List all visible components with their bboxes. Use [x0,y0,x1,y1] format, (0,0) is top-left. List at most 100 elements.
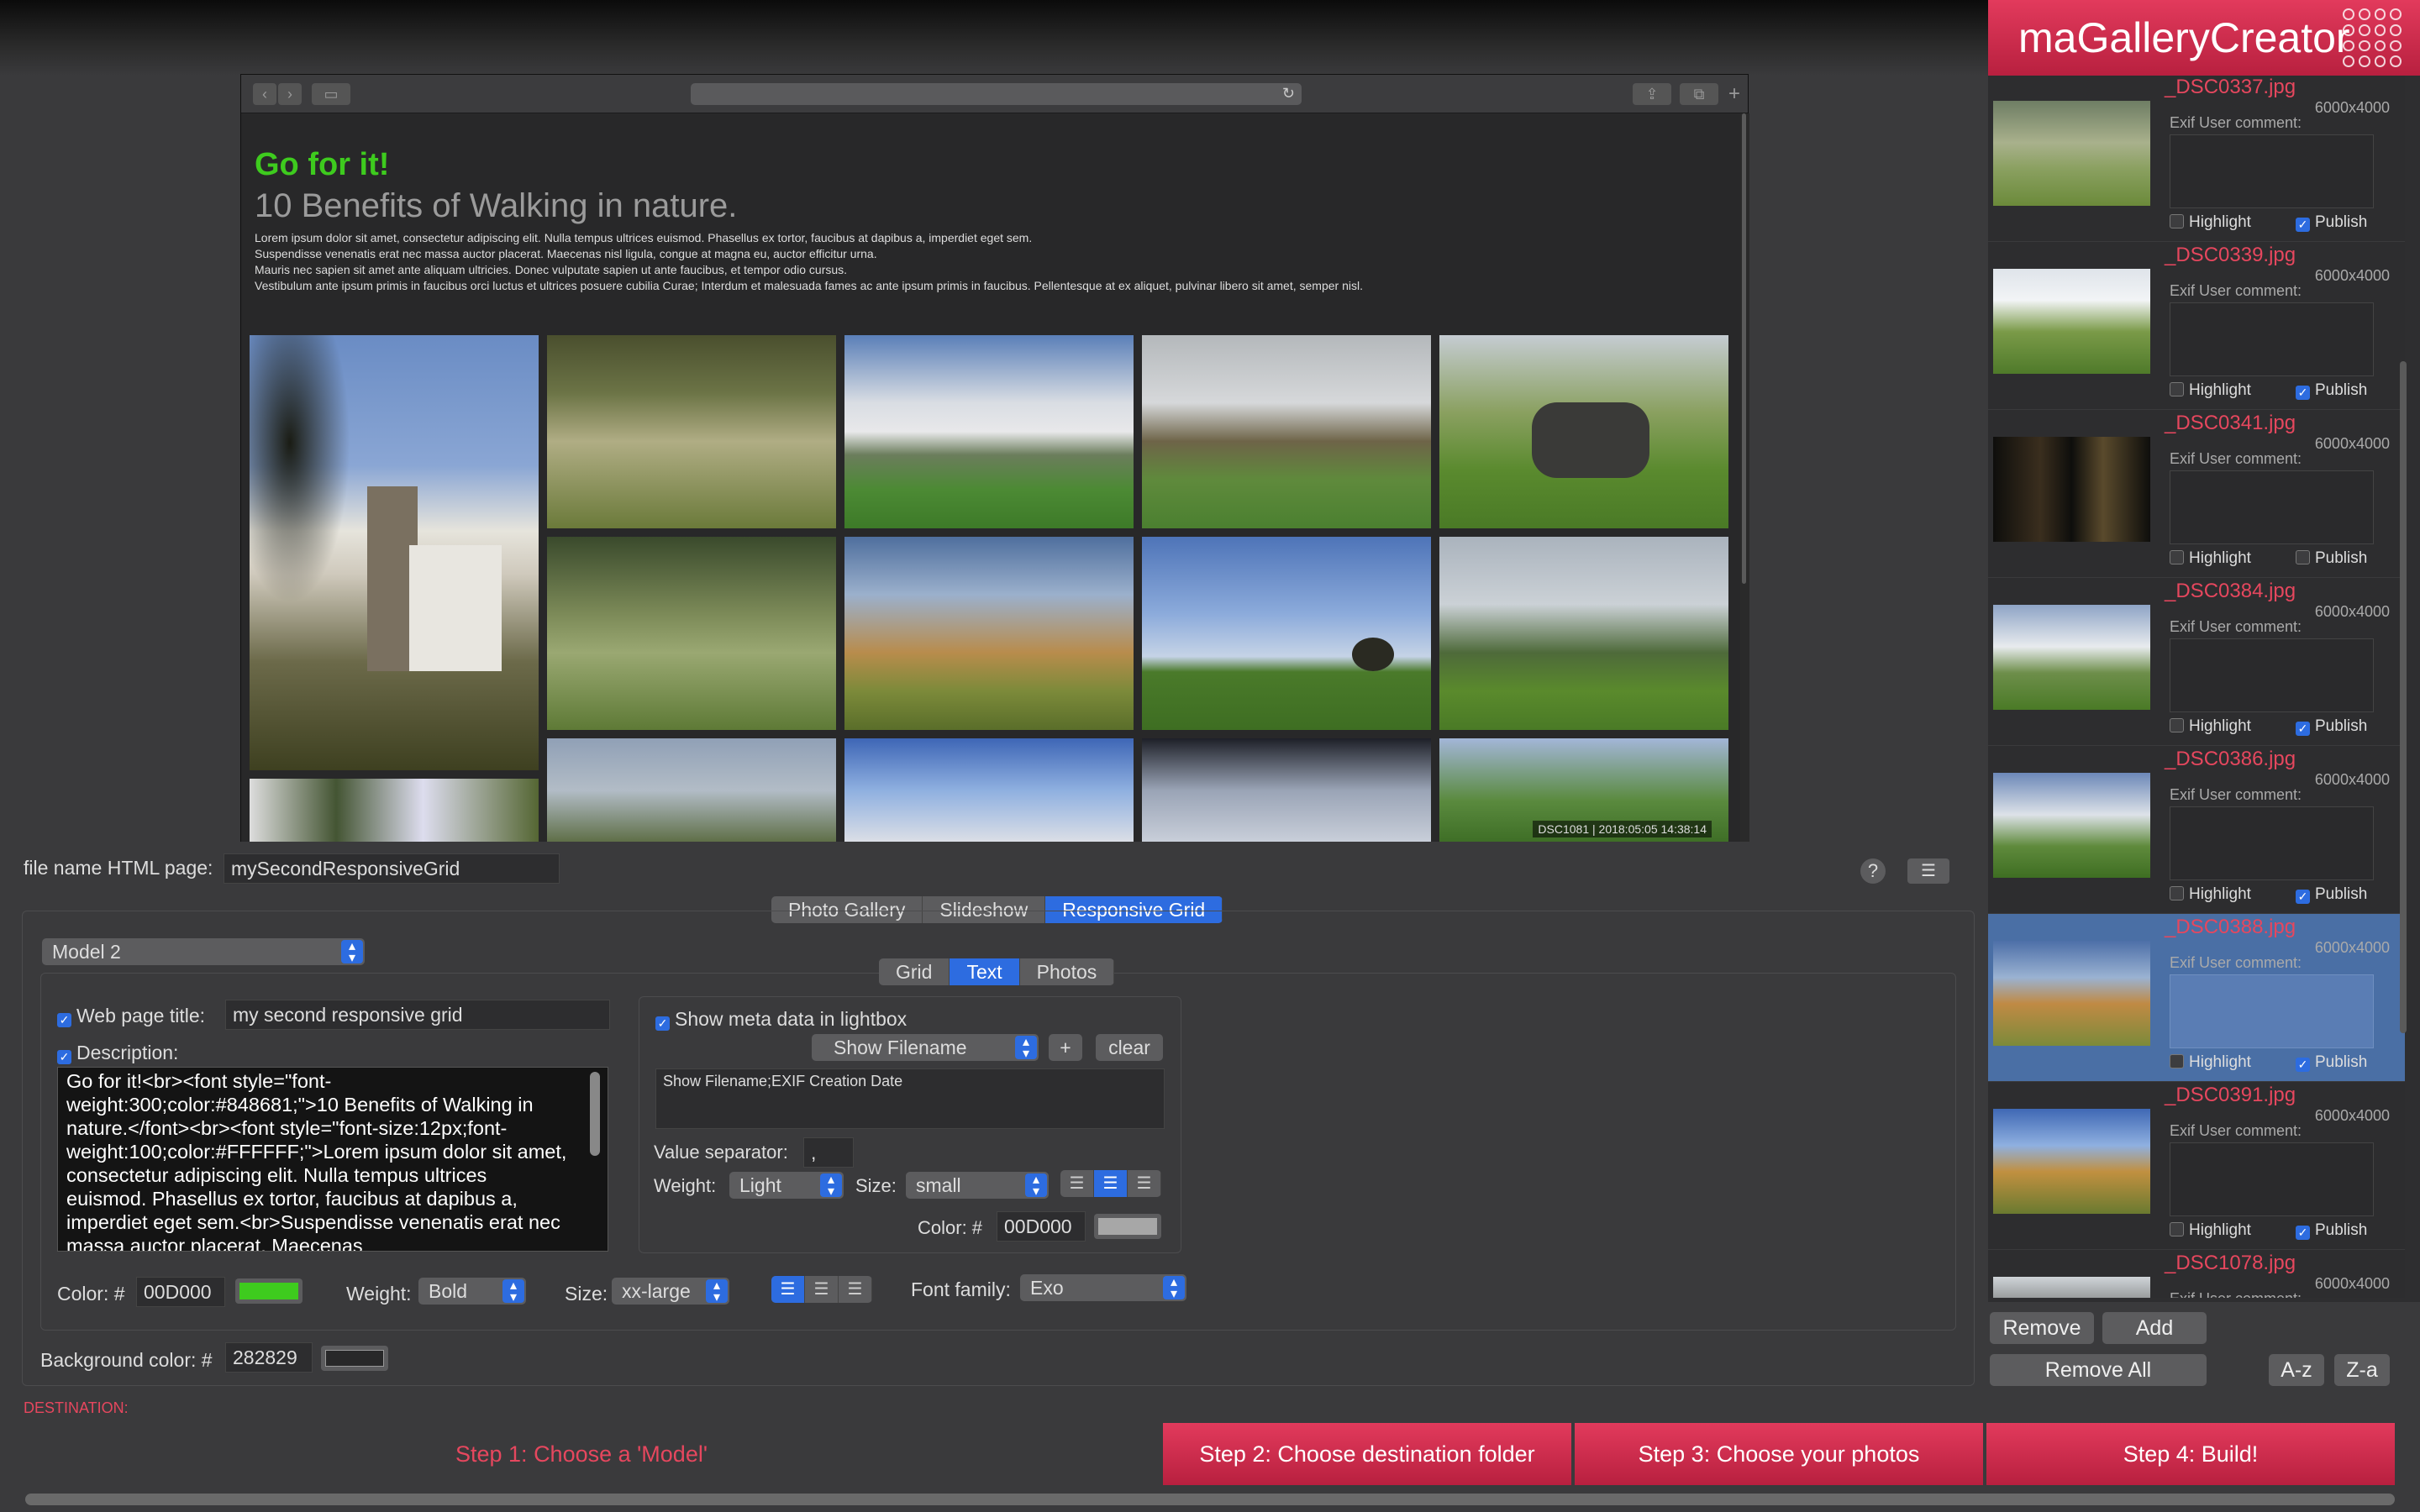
sidebar-toggle-icon[interactable]: ▭ [312,83,350,105]
exif-comment-field[interactable] [2170,470,2374,544]
photo-list-item[interactable]: _DSC0388.jpg 6000x4000 Exif User comment: H… [1988,914,2405,1082]
description-checkbox[interactable]: ✓ Description: [57,1042,178,1064]
model-select[interactable]: Model 2 ▴ ▾ [42,938,365,965]
photo-thumbnail[interactable] [1993,605,2150,710]
exif-comment-field[interactable] [2170,302,2374,376]
align-center-icon[interactable]: ☰ [1094,1170,1128,1197]
highlight-checkbox[interactable]: Highlight [2170,717,2251,736]
new-tab-icon[interactable]: + [1728,83,1745,105]
align-left-icon[interactable]: ☰ [1060,1170,1094,1197]
photo-thumbnail[interactable] [1993,1109,2150,1214]
align-right-icon[interactable]: ☰ [839,1276,872,1303]
preview-scrollbar[interactable] [1740,113,1749,843]
exif-comment-field[interactable] [2170,1142,2374,1216]
meta-color-field[interactable]: 00D000 [997,1211,1086,1242]
photo-thumbnail[interactable] [1993,101,2150,206]
photo-list-item[interactable]: _DSC0341.jpg 6000x4000 Exif User comment: H… [1988,410,2405,578]
reload-icon[interactable]: ↻ [1282,85,1295,102]
tab-grid[interactable]: Grid [879,958,950,985]
tab-photos[interactable]: Photos [1020,958,1115,985]
forward-icon[interactable]: › [278,83,302,105]
show-meta-checkbox[interactable]: ✓ Show meta data in lightbox [655,1008,907,1031]
grid-photo[interactable] [844,537,1134,730]
clear-meta-button[interactable]: clear [1096,1034,1163,1061]
publish-checkbox[interactable]: ✓ Publish [2296,1053,2367,1072]
meta-size-select[interactable]: small ▴ ▾ [906,1172,1049,1199]
photo-list-item[interactable]: _DSC0339.jpg 6000x4000 Exif User comment: H… [1988,242,2405,410]
step4-button[interactable]: Step 4: Build! [1986,1423,2395,1485]
share-icon[interactable]: ⇪ [1633,83,1671,105]
exif-comment-field[interactable] [2170,638,2374,712]
tabs-icon[interactable]: ⧉ [1680,83,1718,105]
grid-photo[interactable] [1439,335,1728,528]
meta-color-swatch[interactable] [1094,1214,1161,1239]
photo-thumbnail[interactable] [1993,437,2150,542]
grid-photo[interactable] [547,537,836,730]
photo-thumbnail[interactable] [1993,941,2150,1046]
highlight-checkbox[interactable]: Highlight [2170,1053,2251,1072]
add-meta-field-button[interactable]: + [1049,1034,1082,1061]
web-title-checkbox[interactable]: ✓ Web page title: [57,1005,205,1027]
highlight-checkbox[interactable]: Highlight [2170,549,2251,568]
bg-color-swatch[interactable] [321,1346,388,1371]
separator-field[interactable]: , [803,1137,854,1168]
exif-comment-field[interactable] [2170,974,2374,1048]
horizontal-scrollbar[interactable] [25,1494,2395,1505]
photo-list-item[interactable]: _DSC1078.jpg6000x4000Exif User comment:H… [1988,1250,2405,1298]
grid-photo[interactable] [547,738,836,843]
highlight-checkbox[interactable]: Highlight [2170,1221,2251,1240]
grid-photo[interactable] [250,779,539,843]
grid-photo[interactable] [1142,738,1431,843]
description-scrollbar[interactable] [590,1072,600,1156]
photo-thumbnail[interactable] [1993,269,2150,374]
exif-comment-field[interactable] [2170,806,2374,880]
photo-list-item[interactable]: _DSC0384.jpg 6000x4000 Exif User comment: H… [1988,578,2405,746]
step2-button[interactable]: Step 2: Choose destination folder [1163,1423,1571,1485]
meta-weight-select[interactable]: Light ▴ ▾ [729,1172,844,1199]
remove-all-button[interactable]: Remove All [1990,1354,2207,1386]
description-textarea[interactable]: Go for it!<br><font style="font-weight:3… [57,1067,608,1252]
bg-color-field[interactable]: 282829 [225,1342,313,1373]
list-view-icon[interactable]: ☰ [1907,858,1949,884]
photo-list-item[interactable]: _DSC0337.jpg 6000x4000 Exif User comment: H… [1988,76,2405,242]
add-button[interactable]: Add [2102,1312,2207,1344]
align-left-icon[interactable]: ☰ [771,1276,805,1303]
highlight-checkbox[interactable]: Highlight [2170,213,2251,232]
highlight-checkbox[interactable]: Highlight [2170,381,2251,400]
publish-checkbox[interactable]: ✓ Publish [2296,885,2367,904]
publish-checkbox[interactable]: ✓ Publish [2296,717,2367,736]
meta-fields-text[interactable]: Show Filename;EXIF Creation Date [655,1068,1165,1129]
tab-text[interactable]: Text [950,958,1020,985]
publish-checkbox[interactable]: ✓ Publish [2296,1221,2367,1240]
size-select[interactable]: xx-large ▴ ▾ [612,1278,729,1305]
help-icon[interactable]: ? [1860,858,1886,884]
exif-comment-field[interactable] [2170,134,2374,208]
preview-scrollbar-thumb[interactable] [1742,113,1746,584]
publish-checkbox[interactable]: ✓ Publish [2296,213,2367,232]
font-family-select[interactable]: Exo ▴ ▾ [1020,1274,1186,1301]
grid-photo[interactable]: DSC1081 | 2018:05:05 14:38:14 [1439,738,1728,843]
photo-thumbnail[interactable] [1993,1277,2150,1298]
photo-list-scrollbar[interactable] [2400,361,2407,1033]
filename-field[interactable]: mySecondResponsiveGrid [224,853,560,884]
web-title-field[interactable]: my second responsive grid [225,1000,610,1030]
grid-photo[interactable] [1142,335,1431,528]
grid-photo[interactable] [547,335,836,528]
remove-button[interactable]: Remove [1990,1312,2094,1344]
step3-button[interactable]: Step 3: Choose your photos [1575,1423,1983,1485]
photo-thumbnail[interactable] [1993,773,2150,878]
meta-field-select[interactable]: Show Filename ▴ ▾ [812,1034,1039,1061]
align-right-icon[interactable]: ☰ [1128,1170,1161,1197]
photo-list-item[interactable]: _DSC0386.jpg 6000x4000 Exif User comment: H… [1988,746,2405,914]
photo-list-item[interactable]: _DSC0391.jpg 6000x4000 Exif User comment: H… [1988,1082,2405,1250]
grid-photo[interactable] [844,738,1134,843]
weight-select[interactable]: Bold ▴ ▾ [418,1278,526,1305]
sort-az-button[interactable]: A-z [2269,1354,2324,1386]
color-swatch[interactable] [235,1278,302,1304]
grid-photo[interactable] [250,335,539,770]
align-center-icon[interactable]: ☰ [805,1276,839,1303]
publish-checkbox[interactable]: Publish [2296,549,2367,568]
sort-za-button[interactable]: Z-a [2334,1354,2390,1386]
grid-photo[interactable] [1142,537,1431,730]
grid-photo[interactable] [1439,537,1728,730]
